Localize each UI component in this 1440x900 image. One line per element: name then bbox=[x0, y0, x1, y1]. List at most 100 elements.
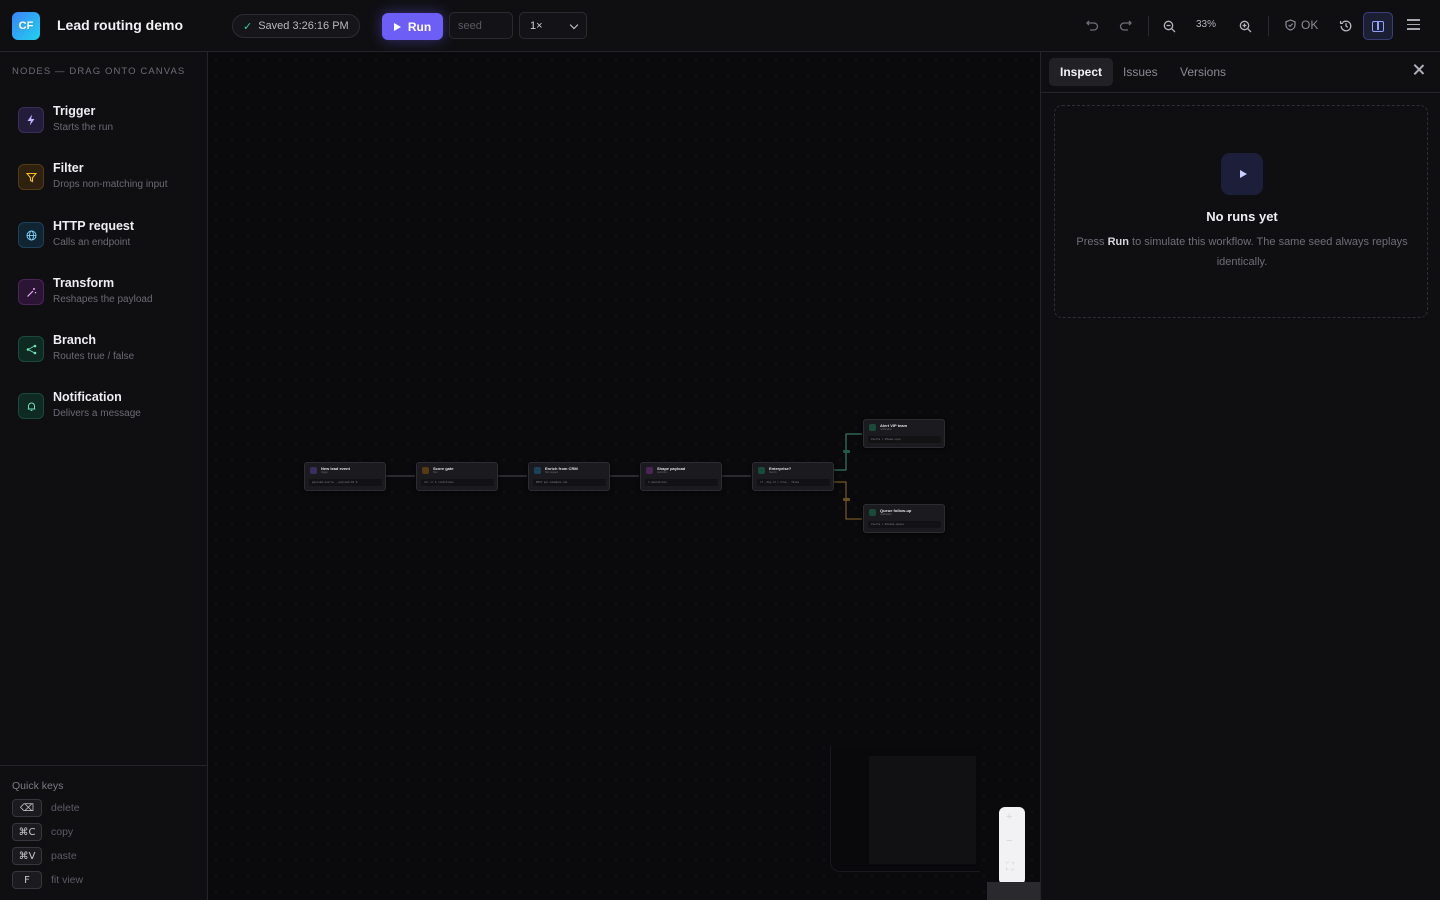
palette-item-filter[interactable]: Filter Drops non-matching input bbox=[10, 151, 198, 201]
branch-icon bbox=[758, 467, 765, 474]
shield-icon bbox=[1285, 19, 1296, 31]
close-icon[interactable] bbox=[1412, 63, 1426, 77]
shortcut-label: fit view bbox=[51, 874, 84, 886]
palette-item-desc: Routes true / false bbox=[53, 351, 135, 362]
workflow-node-trigger[interactable]: New lead event trigger payload.source , … bbox=[304, 462, 386, 491]
zoom-out-icon[interactable] bbox=[1157, 14, 1181, 38]
undo-icon[interactable] bbox=[1080, 14, 1104, 38]
shortcut-key: ⌫ bbox=[12, 799, 42, 817]
run-button[interactable]: Run bbox=[382, 13, 443, 40]
palette-item-name: Filter bbox=[53, 161, 84, 175]
palette-item-desc: Calls an endpoint bbox=[53, 237, 131, 248]
fit-view-icon[interactable]: ⛶ bbox=[1006, 861, 1014, 874]
speed-select[interactable]: 1× bbox=[519, 12, 587, 39]
workflow-node-transform[interactable]: Shape payload transform 3 operations bbox=[640, 462, 722, 491]
panel-toggle-button[interactable] bbox=[1363, 12, 1393, 40]
quick-keys-title: Quick keys bbox=[12, 780, 64, 792]
palette-item-branch[interactable]: Branch Routes true / false bbox=[10, 323, 198, 373]
shortcut-row: F fit view bbox=[12, 871, 83, 889]
node-subtitle: notification bbox=[880, 513, 892, 516]
wand-icon bbox=[18, 279, 44, 305]
top-toolbar: CF Lead routing demo ✓ Saved 3:26:16 PM … bbox=[0, 0, 1440, 52]
menu-icon[interactable] bbox=[1407, 19, 1420, 31]
toolbar-divider bbox=[1148, 16, 1149, 36]
palette-item-name: Branch bbox=[53, 333, 97, 347]
check-icon: ✓ bbox=[243, 20, 253, 33]
palette-item-desc: Delivers a message bbox=[53, 408, 141, 419]
app-logo[interactable]: CF bbox=[12, 12, 40, 40]
shortcut-row: ⌘C copy bbox=[12, 823, 73, 841]
node-config-preview: dic >= 5 conditions bbox=[421, 479, 494, 486]
palette-item-desc: Drops non-matching input bbox=[53, 179, 168, 190]
node-subtitle: branch bbox=[769, 471, 777, 474]
shortcut-key: ⌘V bbox=[12, 847, 42, 865]
canvas-attribution bbox=[987, 882, 1040, 900]
canvas-zoom-controls[interactable]: + − ⛶ bbox=[999, 807, 1025, 885]
shortcut-label: copy bbox=[51, 826, 74, 838]
play-icon bbox=[1239, 170, 1247, 178]
status-label: OK bbox=[1301, 18, 1319, 32]
node-config-preview: 3 operations bbox=[645, 479, 718, 486]
saved-label: Saved 3:26:16 PM bbox=[258, 20, 349, 32]
workflow-title[interactable]: Lead routing demo bbox=[57, 17, 183, 33]
zoom-in-icon[interactable]: + bbox=[1006, 811, 1012, 823]
branch-icon bbox=[18, 336, 44, 362]
redo-icon[interactable] bbox=[1113, 14, 1137, 38]
saved-status-badge: ✓ Saved 3:26:16 PM bbox=[232, 14, 360, 38]
empty-description: Press Run to simulate this workflow. The… bbox=[1075, 232, 1409, 272]
tab-issues[interactable]: Issues bbox=[1112, 58, 1169, 86]
tab-versions[interactable]: Versions bbox=[1169, 58, 1237, 86]
tab-inspect[interactable]: Inspect bbox=[1049, 58, 1114, 86]
zoom-in-icon[interactable] bbox=[1233, 14, 1257, 38]
seed-input[interactable] bbox=[449, 12, 513, 39]
minimap[interactable] bbox=[830, 746, 980, 872]
inspector-tabs: Inspect Issues Versions bbox=[1041, 52, 1440, 93]
node-subtitle: trigger bbox=[321, 471, 329, 474]
empty-desc-post: to simulate this workflow. The same seed… bbox=[1128, 236, 1408, 268]
palette-heading: NODES — DRAG ONTO CANVAS bbox=[12, 66, 186, 77]
palette-item-name: HTTP request bbox=[53, 219, 135, 233]
workflow-node-http[interactable]: Enrich from CRM http request POST api.ex… bbox=[528, 462, 610, 491]
edge-label-true bbox=[843, 450, 850, 453]
chevron-down-icon bbox=[569, 20, 579, 30]
shortcut-key: ⌘C bbox=[12, 823, 42, 841]
node-config-preview: if .dig.id > true , false bbox=[757, 479, 830, 486]
workflow-node-queue-followup[interactable]: Queue follow-up notification Alerts > #l… bbox=[863, 504, 945, 533]
node-config-preview: Alerts > #team-vips bbox=[868, 436, 941, 443]
workflow-node-branch[interactable]: Enterprise? branch if .dig.id > true , f… bbox=[752, 462, 834, 491]
validation-status[interactable]: OK bbox=[1285, 18, 1318, 32]
workflow-canvas[interactable]: New lead event trigger payload.source , … bbox=[208, 52, 1040, 900]
filter-icon bbox=[422, 467, 429, 474]
workflow-node-filter[interactable]: Score gate filter dic >= 5 conditions bbox=[416, 462, 498, 491]
empty-state: No runs yet Press Run to simulate this w… bbox=[1054, 105, 1428, 318]
node-subtitle: http request bbox=[545, 471, 559, 474]
bell-icon bbox=[18, 393, 44, 419]
bolt-icon bbox=[310, 467, 317, 474]
bell-icon bbox=[869, 509, 876, 516]
toolbar-divider bbox=[1268, 16, 1269, 36]
play-icon bbox=[393, 22, 401, 31]
inspector-panel: Inspect Issues Versions No runs yet Pres… bbox=[1040, 52, 1440, 900]
palette-item-name: Transform bbox=[53, 276, 115, 290]
bolt-icon bbox=[18, 107, 44, 133]
globe-icon bbox=[534, 467, 541, 474]
palette-item-desc: Starts the run bbox=[53, 122, 114, 133]
palette-item-notification[interactable]: Notification Delivers a message bbox=[10, 380, 198, 430]
palette-item-transform[interactable]: Transform Reshapes the payload bbox=[10, 266, 198, 316]
workflow-node-alert-vip[interactable]: Alert VIP team notification Alerts > #te… bbox=[863, 419, 945, 448]
palette-item-http-request[interactable]: HTTP request Calls an endpoint bbox=[10, 209, 198, 259]
node-subtitle: transform bbox=[657, 471, 668, 474]
zoom-level: 33% bbox=[1196, 19, 1217, 30]
node-subtitle: notification bbox=[880, 428, 892, 431]
palette-item-trigger[interactable]: Trigger Starts the run bbox=[10, 94, 198, 144]
zoom-out-icon[interactable]: − bbox=[1006, 835, 1012, 847]
history-icon[interactable] bbox=[1334, 14, 1358, 38]
empty-desc-pre: Press bbox=[1076, 236, 1108, 248]
node-config-preview: payload.source , payload.ID 0 bbox=[309, 479, 382, 486]
run-label: Run bbox=[407, 19, 432, 34]
speed-value: 1× bbox=[530, 19, 543, 32]
node-subtitle: filter bbox=[433, 471, 438, 474]
minimap-viewport[interactable] bbox=[869, 756, 976, 864]
palette-item-desc: Reshapes the payload bbox=[53, 294, 153, 305]
run-empty-button[interactable] bbox=[1221, 153, 1263, 195]
